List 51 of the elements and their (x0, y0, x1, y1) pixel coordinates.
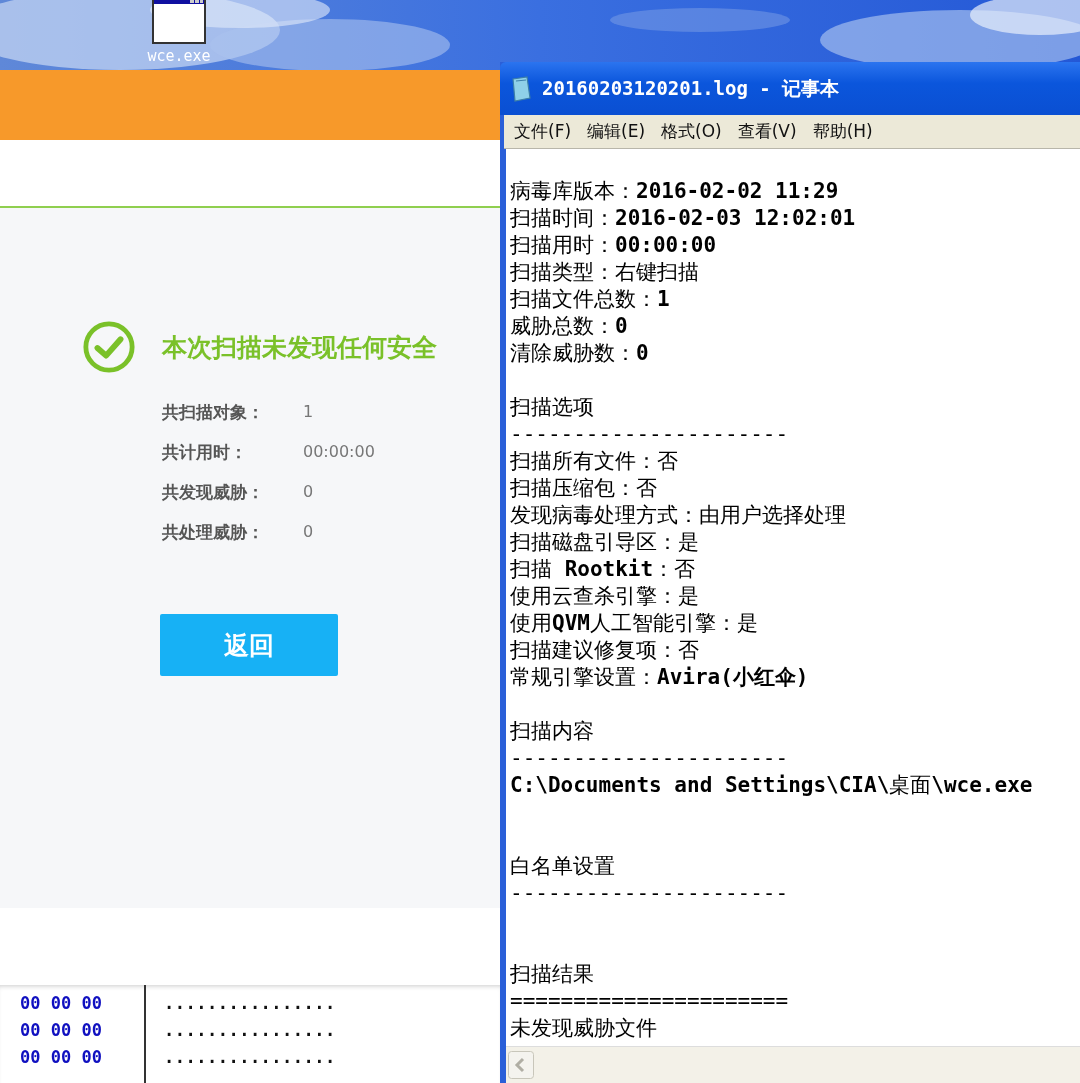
menu-item[interactable]: 查看(V) (737, 120, 797, 143)
log-line: 扫描类型：右键扫描 (510, 259, 700, 286)
log-line: C:\Documents and Settings\CIA\桌面\wce.exe (510, 772, 1034, 799)
log-line: 常规引擎设置：Avira(小红伞) (510, 664, 810, 691)
hex-bytes: 00 00 00 (20, 1046, 103, 1069)
log-line: 病毒库版本：2016-02-02 11:29 (510, 178, 840, 205)
log-line: 扫描内容 (510, 718, 595, 745)
log-line: ---------------------- (510, 745, 790, 772)
log-line: 威胁总数：0 (510, 313, 629, 340)
stat-value: 0 (303, 481, 315, 503)
log-line: ---------------------- (510, 421, 790, 448)
menu-item[interactable]: 编辑(E) (587, 120, 646, 143)
log-line: 扫描时间：2016-02-03 12:02:01 (510, 205, 857, 232)
log-line: 扫描文件总数：1 (510, 286, 671, 313)
log-line: 扫描选项 (510, 394, 595, 421)
log-line: 清除威胁数：0 (510, 340, 650, 367)
menu-item[interactable]: 帮助(H) (812, 120, 873, 143)
hex-bytes: 00 00 00 (20, 992, 103, 1015)
result-heading: 本次扫描未发现任何安全 (162, 331, 437, 364)
stat-label: 共发现威胁： (162, 481, 265, 504)
check-icon (82, 320, 136, 374)
log-line: 发现病毒处理方式：由用户选择处理 (510, 502, 847, 529)
log-line: 扫描用时：00:00:00 (510, 232, 718, 259)
notepad-icon (510, 75, 532, 102)
stat-label: 共扫描对象： (162, 401, 265, 424)
stat-value: 0 (303, 521, 315, 543)
log-line: 使用云查杀引擎：是 (510, 583, 700, 610)
horizontal-scrollbar[interactable] (506, 1046, 1080, 1083)
log-line: ====================== (510, 988, 790, 1015)
log-line: 扫描建议修复项：否 (510, 637, 700, 664)
stat-label: 共处理威胁： (162, 521, 265, 544)
hex-text: ................ (164, 1046, 336, 1069)
hex-text: ................ (164, 1019, 336, 1042)
stat-value: 00:00:00 (303, 441, 376, 463)
hex-text: ................ (164, 992, 336, 1015)
menu-item[interactable]: 格式(O) (661, 120, 722, 143)
log-line: 扫描磁盘引导区：是 (510, 529, 700, 556)
application-window-icon[interactable] (152, 0, 206, 44)
stat-label: 共计用时： (162, 441, 248, 464)
log-line: ---------------------- (510, 880, 790, 907)
window-title: 20160203120201.log - 记事本 (542, 75, 840, 101)
log-line: 使用QVM人工智能引擎：是 (510, 610, 759, 637)
log-line: 扫描压缩包：否 (510, 475, 658, 502)
menu-item[interactable]: 文件(F) (514, 120, 572, 143)
log-line: 扫描所有文件：否 (510, 448, 679, 475)
log-line: 扫描 Rootkit：否 (510, 556, 697, 583)
log-line: 白名单设置 (510, 853, 616, 880)
log-line: 扫描结果 (510, 961, 595, 988)
hex-bytes: 00 00 00 (20, 1019, 103, 1042)
stat-value: 1 (303, 401, 315, 423)
log-line: 未发现威胁文件 (510, 1015, 658, 1042)
